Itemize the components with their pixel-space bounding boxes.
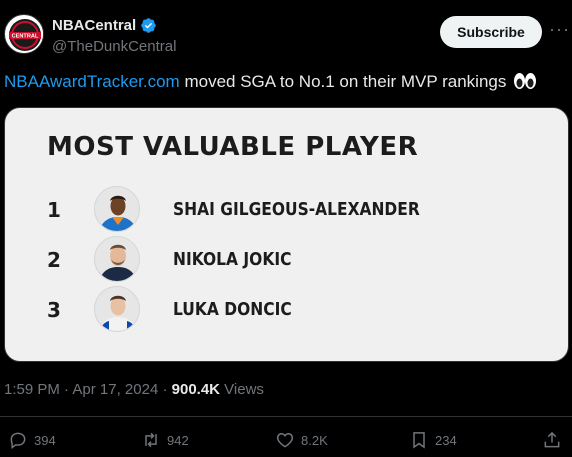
rank-row: 3 LUKA DONCIC — [5, 286, 568, 332]
player-name: NIKOLA JOKIC — [173, 249, 292, 270]
rank-row: 2 NIKOLA JOKIC — [5, 236, 568, 282]
action-bar: 394 942 8.2K 234 — [0, 428, 572, 452]
author-avatar[interactable]: CENTRAL — [4, 14, 44, 54]
meta-separator: · — [59, 381, 73, 398]
tweet-meta: 1:59 PM · Apr 17, 2024 · 900.4K Views — [4, 381, 264, 398]
author-name-row: NBACentral — [52, 17, 157, 34]
divider — [0, 416, 572, 417]
repost-button[interactable]: 942 — [141, 428, 189, 452]
like-button[interactable]: 8.2K — [275, 428, 328, 452]
more-icon[interactable]: ··· — [549, 20, 569, 41]
player-photo — [94, 286, 140, 332]
share-icon — [544, 431, 560, 448]
bookmark-button[interactable]: 234 — [409, 428, 457, 452]
player-portrait-icon — [95, 187, 139, 231]
card-title: MOST VALUABLE PLAYER — [47, 132, 419, 162]
views-count: 900.4K — [171, 381, 221, 398]
reply-count: 394 — [34, 432, 56, 448]
player-photo — [94, 186, 140, 232]
repost-count: 942 — [167, 432, 189, 448]
reply-icon — [10, 432, 26, 449]
avatar-logo: CENTRAL — [6, 16, 43, 53]
tweet-date[interactable]: Apr 17, 2024 — [72, 381, 158, 398]
bookmark-count: 234 — [435, 432, 457, 448]
subscribe-button[interactable]: Subscribe — [440, 16, 542, 48]
player-portrait-icon — [95, 237, 139, 281]
tweet-body: moved SGA to No.1 on their MVP rankings — [179, 72, 507, 91]
share-button[interactable] — [542, 428, 562, 452]
rank-number: 2 — [47, 248, 61, 272]
eyes-emoji-icon — [514, 73, 537, 89]
player-portrait-icon — [95, 287, 139, 331]
tweet-time[interactable]: 1:59 PM — [4, 381, 60, 398]
author-display-name[interactable]: NBACentral — [52, 17, 136, 34]
verified-badge-icon — [141, 18, 156, 33]
views-label: Views — [220, 381, 264, 398]
rank-number: 1 — [47, 198, 61, 222]
player-name: LUKA DONCIC — [173, 299, 292, 320]
rank-row: 1 SHAI GILGEOUS-ALEXANDER — [5, 186, 568, 232]
like-count: 8.2K — [301, 432, 328, 448]
tweet-text: NBAAwardTracker.com moved SGA to No.1 on… — [4, 70, 537, 94]
tweet-link[interactable]: NBAAwardTracker.com — [4, 72, 180, 91]
player-photo — [94, 236, 140, 282]
like-icon — [276, 432, 294, 448]
meta-separator: · — [158, 381, 172, 398]
repost-icon — [145, 432, 157, 448]
player-name: SHAI GILGEOUS-ALEXANDER — [173, 199, 420, 220]
author-handle[interactable]: @TheDunkCentral — [52, 38, 176, 55]
rank-number: 3 — [47, 298, 61, 322]
reply-button[interactable]: 394 — [8, 428, 56, 452]
bookmark-icon — [413, 432, 425, 449]
avatar-text: CENTRAL — [12, 34, 39, 40]
tweet-header: CENTRAL NBACentral @TheDunkCentral Subsc… — [0, 0, 572, 66]
mvp-card-image[interactable]: MOST VALUABLE PLAYER 1 SHAI GILGEOUS-ALE… — [4, 107, 569, 362]
